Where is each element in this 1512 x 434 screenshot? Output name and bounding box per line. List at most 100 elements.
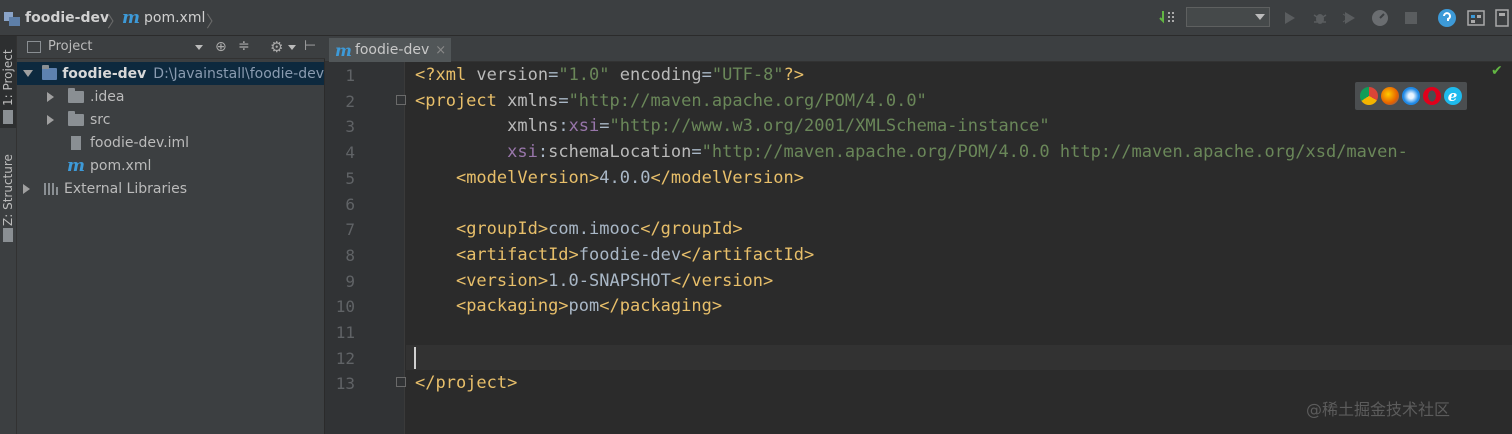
stop-icon[interactable] — [1401, 8, 1421, 28]
profiler-icon[interactable] — [1370, 8, 1390, 28]
tool-window-structure-tab[interactable]: Z: Structure — [0, 148, 16, 244]
tree-item-root-path: D:\Javainstall\foodie-dev — [153, 65, 324, 82]
hide-panel-icon[interactable]: ⊢ — [304, 38, 316, 54]
code-token: = — [691, 142, 702, 163]
tool-window-structure-label: Z: Structure — [1, 154, 15, 226]
code-line[interactable]: <groupId>com.imooc</groupId> — [415, 217, 743, 243]
tool-window-strip: 1: Project Z: Structure — [0, 36, 17, 434]
internet-explorer-icon[interactable]: e — [1443, 87, 1462, 105]
editor-tab-pom[interactable]: m foodie-dev × — [329, 38, 451, 62]
code-line[interactable]: <project xmlns="http://maven.apache.org/… — [415, 89, 927, 115]
chevron-down-icon[interactable] — [195, 45, 203, 50]
collapsed-arrow-icon[interactable] — [47, 91, 54, 102]
breadcrumb-project[interactable]: foodie-dev — [25, 9, 109, 27]
breadcrumb-file-label: pom.xml — [144, 10, 206, 26]
code-line[interactable]: xmlns:xsi="http://www.w3.org/2001/XMLSch… — [415, 114, 1050, 140]
code-token: pom — [568, 296, 600, 317]
code-token: encoding — [609, 65, 702, 85]
browser-preview-bar: e — [1355, 82, 1467, 110]
run-with-coverage-icon[interactable] — [1340, 8, 1360, 28]
gear-icon[interactable]: ⚙ — [270, 38, 283, 56]
line-number: 9 — [345, 271, 355, 291]
debug-icon[interactable] — [1310, 8, 1330, 28]
line-number: 4 — [345, 143, 355, 163]
help-icon[interactable] — [1437, 8, 1457, 28]
inspection-ok-icon[interactable]: ✔ — [1491, 63, 1503, 79]
line-number: 12 — [335, 348, 355, 368]
line-number: 3 — [345, 117, 355, 137]
safari-icon[interactable] — [1401, 87, 1420, 105]
code-editor[interactable]: 1 2 3 4 5 6 7 8 9 10 11 12 13 <?xml version="1.0" en… — [325, 62, 1512, 434]
tree-item-src[interactable]: src — [17, 108, 324, 131]
expanded-arrow-icon[interactable] — [23, 70, 33, 77]
code-token: xsi — [568, 116, 600, 137]
collapsed-arrow-icon[interactable] — [47, 114, 54, 125]
tree-item-iml[interactable]: foodie-dev.iml — [17, 131, 324, 154]
code-line[interactable]: <version>1.0-SNAPSHOT</version> — [415, 269, 773, 295]
maven-file-icon: m — [122, 8, 140, 28]
line-number: 11 — [335, 323, 355, 342]
code-token: "http://maven.apache.org/POM/4.0.0" — [568, 90, 927, 111]
settings-icon[interactable] — [1466, 8, 1486, 28]
editor-tab-bar: m foodie-dev × — [325, 36, 1512, 62]
line-number: 10 — [335, 297, 355, 317]
fold-marker-icon[interactable] — [396, 95, 406, 105]
code-token: </packaging> — [599, 296, 723, 317]
code-token: : — [558, 116, 569, 137]
tree-item-label: pom.xml — [90, 157, 152, 174]
project-tool-icon — [3, 110, 13, 124]
code-token: "1.0" — [558, 65, 610, 85]
project-panel-header: Project ⊕ ≑ ⚙ ⊢ — [17, 36, 325, 59]
code-token: "http://www.w3.org/2001/XMLSchema-instan… — [609, 116, 1050, 137]
code-token: "http://maven.apache.org/POM/4.0.0 http:… — [701, 142, 1408, 163]
code-token: 4.0.0 — [599, 167, 651, 188]
code-token: <version> — [455, 270, 549, 291]
collapse-all-icon[interactable]: ≑ — [238, 38, 250, 54]
project-structure-icon[interactable] — [1492, 8, 1512, 28]
code-token: <modelVersion> — [455, 167, 600, 188]
code-line[interactable]: <artifactId>foodie-dev</artifactId> — [415, 243, 814, 269]
code-token: </modelVersion> — [650, 167, 804, 188]
run-icon[interactable] — [1280, 8, 1300, 28]
chrome-icon[interactable] — [1360, 87, 1379, 105]
chevron-down-icon[interactable] — [288, 45, 296, 50]
folder-icon — [68, 110, 84, 126]
tree-item-external-libraries[interactable]: External Libraries — [17, 177, 324, 200]
close-icon[interactable]: × — [435, 43, 446, 58]
run-configuration-select[interactable] — [1186, 7, 1270, 27]
vcs-update-icon[interactable] — [1158, 8, 1178, 28]
code-line[interactable]: xsi:schemaLocation="http://maven.apache.… — [415, 140, 1408, 166]
breadcrumb-separator-icon: 〉 — [206, 12, 223, 31]
navigation-bar: foodie-dev 〉 m pom.xml 〉 — [0, 0, 1512, 36]
line-number: 13 — [335, 374, 355, 394]
code-token: ?> — [783, 65, 805, 85]
code-line[interactable]: <modelVersion>4.0.0</modelVersion> — [415, 166, 804, 192]
collapsed-arrow-icon[interactable] — [23, 183, 30, 194]
tool-window-project-tab[interactable]: 1: Project — [0, 36, 16, 128]
tree-item-root[interactable]: foodie-dev D:\Javainstall\foodie-dev — [17, 62, 324, 85]
scroll-from-source-icon[interactable]: ⊕ — [215, 39, 227, 55]
code-token: <project — [415, 90, 508, 111]
opera-icon[interactable] — [1422, 87, 1441, 105]
code-line[interactable]: <?xml version="1.0" encoding="UTF-8"?> — [415, 63, 804, 89]
project-view-select[interactable]: Project — [48, 39, 92, 54]
breadcrumb-file[interactable]: m pom.xml — [122, 8, 206, 28]
fold-marker-icon[interactable] — [396, 377, 406, 387]
tree-item-label: foodie-dev.iml — [90, 134, 190, 151]
code-line[interactable]: <packaging>pom</packaging> — [415, 294, 722, 320]
code-token: </groupId> — [640, 219, 743, 240]
line-number: 8 — [345, 245, 355, 265]
code-token: com.imooc — [548, 219, 641, 240]
line-number: 7 — [345, 220, 355, 240]
code-token: <packaging> — [455, 296, 569, 317]
tree-item-pom[interactable]: m pom.xml — [17, 154, 324, 177]
code-line[interactable]: </project> — [415, 371, 517, 397]
tree-item-label: src — [90, 111, 111, 128]
structure-tool-icon — [3, 228, 13, 242]
tree-item-idea[interactable]: .idea — [17, 85, 324, 108]
firefox-icon[interactable] — [1381, 87, 1400, 105]
